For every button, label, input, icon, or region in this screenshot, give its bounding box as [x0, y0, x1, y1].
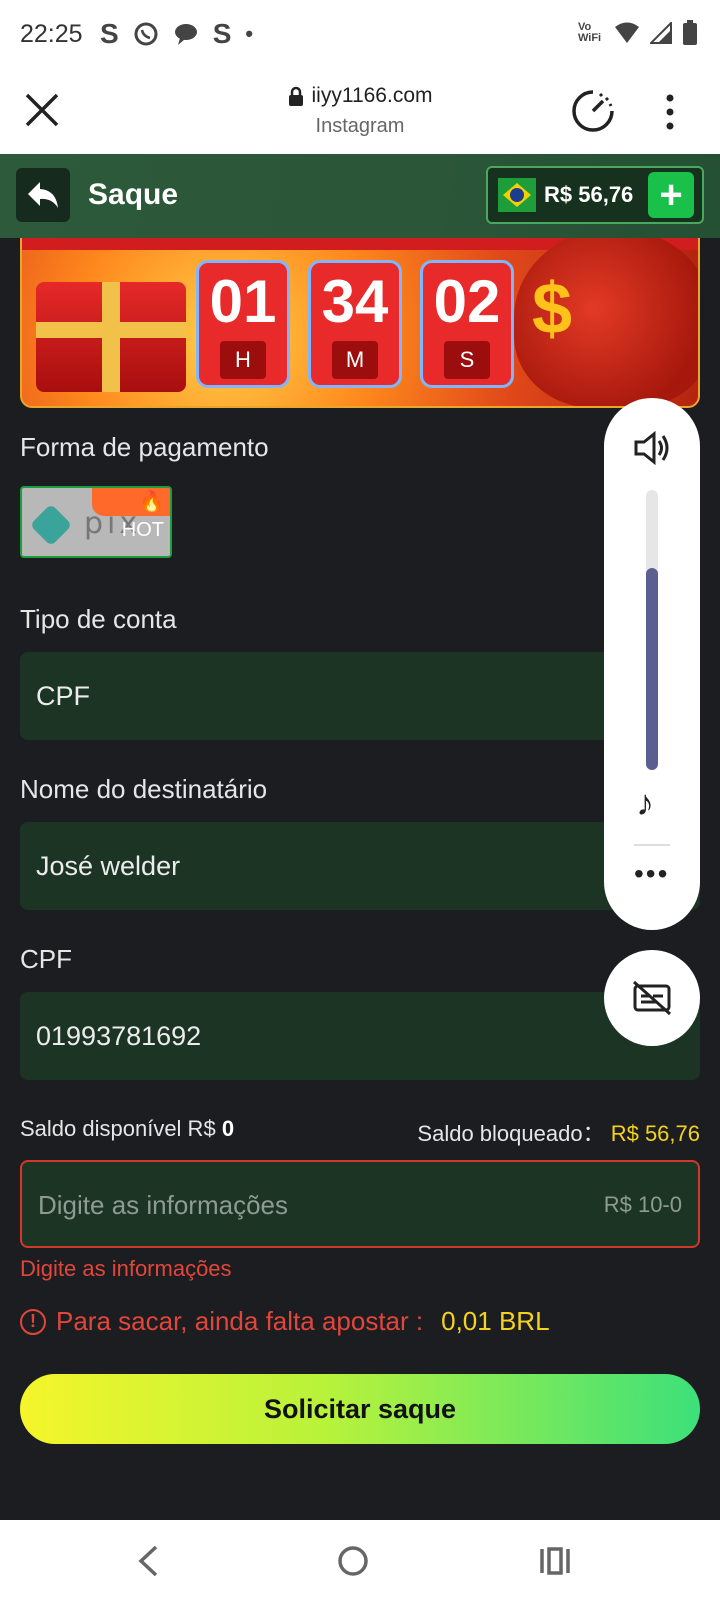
pix-logo-icon	[29, 503, 73, 547]
panel-divider	[634, 844, 670, 846]
alert-icon: !	[20, 1308, 46, 1335]
brazil-flag-icon	[498, 178, 536, 212]
money-bag-image: $	[514, 238, 698, 406]
minutes-value: 34	[321, 268, 389, 335]
bet-warning: ! Para sacar, ainda falta apostar : 0,01…	[20, 1306, 550, 1337]
s-icon: S	[100, 18, 119, 49]
amount-range: R$ 10-0	[603, 1192, 682, 1217]
recipient-field[interactable]: José welder	[20, 822, 700, 910]
source-text: Instagram	[315, 115, 405, 137]
account-type-field[interactable]: CPF	[20, 652, 700, 740]
lock-icon	[288, 86, 303, 106]
hot-badge: 🔥 HOT	[92, 488, 170, 541]
amount-error: Digite as informações	[20, 1256, 232, 1281]
address-box[interactable]: iiyy1166.com Instagram	[240, 84, 480, 138]
notification-icons: S S •	[100, 18, 253, 50]
caption-off-icon	[633, 980, 671, 1016]
status-bar: 22:25 S S • Vo WiFi	[0, 0, 720, 70]
available-value: 0	[221, 1116, 235, 1141]
nav-recents-icon[interactable]	[538, 1544, 572, 1578]
browser-toolbar: iiyy1166.com Instagram	[0, 70, 720, 154]
warning-value: 0,01 BRL	[441, 1306, 550, 1336]
signal-icon	[650, 22, 672, 44]
minutes-unit: M	[332, 341, 378, 379]
blocked-label: Saldo bloqueado：	[417, 1121, 605, 1146]
speed-icon[interactable]	[570, 88, 616, 134]
gift-box-image	[36, 282, 186, 392]
amount-placeholder: Digite as informações	[38, 1190, 288, 1220]
recipient-value: José welder	[36, 850, 181, 881]
navigation-bar	[0, 1520, 720, 1604]
hours-value: 01	[209, 268, 277, 335]
balance-box: R$ 56,76 +	[486, 166, 704, 224]
back-button[interactable]	[16, 168, 70, 222]
close-icon[interactable]	[24, 92, 60, 128]
volume-slider[interactable]	[646, 490, 658, 770]
available-balance: Saldo disponível R$ 0	[20, 1116, 234, 1142]
music-note-icon[interactable]: ♪	[636, 782, 654, 824]
page-title: Saque	[88, 178, 179, 211]
speaker-icon[interactable]	[632, 430, 672, 466]
blocked-balance: Saldo bloqueado： R$ 56,76	[417, 1116, 700, 1148]
url-line: iiyy1166.com	[288, 84, 433, 108]
hours-unit: H	[220, 341, 266, 379]
cpf-field[interactable]: 01993781692	[20, 992, 700, 1080]
flame-icon: 🔥	[139, 491, 164, 513]
app-header: Saque R$ 56,76 +	[0, 154, 720, 238]
nav-back-icon[interactable]	[136, 1544, 160, 1578]
recipient-label: Nome do destinatário	[20, 774, 268, 804]
countdown-minutes: 34 M	[308, 260, 402, 388]
request-withdrawal-button[interactable]: Solicitar saque	[20, 1374, 700, 1444]
countdown-seconds: 02 S	[420, 260, 514, 388]
pix-payment-option[interactable]: pix 🔥 HOT	[20, 486, 172, 558]
cpf-value: 01993781692	[36, 1020, 202, 1051]
volume-panel: ♪ •••	[604, 398, 700, 930]
amount-input[interactable]: Digite as informações R$ 10-0	[20, 1160, 700, 1248]
add-funds-button[interactable]: +	[648, 172, 694, 218]
cpf-label: CPF	[20, 944, 72, 974]
seconds-value: 02	[433, 268, 501, 335]
account-type-value: CPF	[36, 680, 90, 711]
available-label: Saldo disponível R$	[20, 1116, 216, 1141]
nav-home-icon[interactable]	[336, 1544, 370, 1578]
more-options-icon[interactable]: •••	[634, 860, 669, 888]
back-arrow-icon	[28, 182, 58, 208]
battery-icon	[683, 20, 697, 45]
warning-text: Para sacar, ainda falta apostar :	[56, 1306, 424, 1336]
volume-fill	[646, 568, 658, 770]
vowifi-icon: Vo WiFi	[578, 21, 602, 44]
dollar-icon: $	[532, 269, 573, 349]
live-caption-button[interactable]	[604, 950, 700, 1046]
promo-banner[interactable]: $ 01 H 34 M 02 S	[20, 238, 700, 408]
dot-icon: •	[245, 21, 254, 46]
account-type-label: Tipo de conta	[20, 604, 177, 634]
whatsapp-icon	[134, 22, 158, 46]
status-right: Vo WiFi	[578, 20, 698, 46]
url-text: iiyy1166.com	[311, 84, 433, 107]
wifi-icon	[615, 22, 639, 43]
more-icon[interactable]	[666, 94, 674, 130]
seconds-unit: S	[444, 341, 490, 379]
chat-bubble-icon	[174, 24, 197, 45]
hot-text: HOT	[121, 519, 164, 541]
status-time: 22:25	[20, 20, 83, 48]
payment-method-label: Forma de pagamento	[20, 432, 269, 462]
balance-amount: R$ 56,76	[544, 182, 634, 207]
blocked-value: R$ 56,76	[610, 1121, 700, 1146]
s-icon: S	[212, 18, 232, 49]
countdown-hours: 01 H	[196, 260, 290, 388]
